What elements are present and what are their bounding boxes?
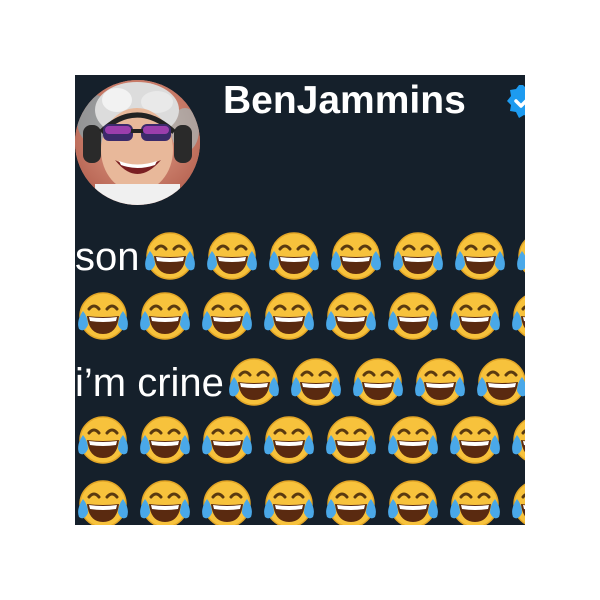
profile-avatar[interactable] [75, 80, 200, 205]
face-with-tears-of-joy-icon [199, 413, 255, 469]
face-with-tears-of-joy-icon [452, 229, 508, 285]
face-with-tears-of-joy-icon [509, 413, 525, 469]
face-with-tears-of-joy-icon [514, 229, 525, 285]
tweet-line-1: son [75, 229, 525, 285]
face-with-tears-of-joy-icon [137, 413, 193, 469]
face-with-tears-of-joy-icon [328, 229, 384, 285]
face-with-tears-of-joy-icon [266, 229, 322, 285]
face-with-tears-of-joy-icon [447, 289, 503, 345]
face-with-tears-of-joy-icon [137, 477, 193, 525]
face-with-tears-of-joy-icon [474, 355, 525, 411]
face-with-tears-of-joy-icon [447, 413, 503, 469]
face-with-tears-of-joy-icon [137, 289, 193, 345]
tweet-text: i’m crine [75, 360, 224, 405]
face-with-tears-of-joy-icon [75, 477, 131, 525]
face-with-tears-of-joy-icon [261, 289, 317, 345]
face-with-tears-of-joy-icon [390, 229, 446, 285]
face-with-tears-of-joy-icon [204, 229, 260, 285]
face-with-tears-of-joy-icon [323, 413, 379, 469]
username[interactable]: BenJammins [223, 77, 466, 125]
face-with-tears-of-joy-icon [323, 477, 379, 525]
face-with-tears-of-joy-icon [261, 477, 317, 525]
face-with-tears-of-joy-icon [323, 289, 379, 345]
face-with-tears-of-joy-icon [261, 413, 317, 469]
tweet-frame: BenJammins son i’m crine [75, 75, 525, 525]
face-with-tears-of-joy-icon [142, 229, 198, 285]
face-with-tears-of-joy-icon [412, 355, 468, 411]
verified-badge-icon [507, 85, 525, 118]
face-with-tears-of-joy-icon [199, 477, 255, 525]
tweet-line-5 [75, 477, 525, 525]
tweet-line-4 [75, 413, 525, 469]
face-with-tears-of-joy-icon [509, 477, 525, 525]
face-with-tears-of-joy-icon [199, 289, 255, 345]
face-with-tears-of-joy-icon [385, 413, 441, 469]
face-with-tears-of-joy-icon [385, 289, 441, 345]
face-with-tears-of-joy-icon [288, 355, 344, 411]
tweet-line-3: i’m crine [75, 355, 525, 411]
face-with-tears-of-joy-icon [509, 289, 525, 345]
tweet-line-2 [75, 289, 525, 345]
face-with-tears-of-joy-icon [350, 355, 406, 411]
tweet-text: son [75, 234, 140, 279]
face-with-tears-of-joy-icon [385, 477, 441, 525]
face-with-tears-of-joy-icon [226, 355, 282, 411]
face-with-tears-of-joy-icon [447, 477, 503, 525]
face-with-tears-of-joy-icon [75, 413, 131, 469]
avatar-photo [75, 80, 200, 205]
face-with-tears-of-joy-icon [75, 289, 131, 345]
